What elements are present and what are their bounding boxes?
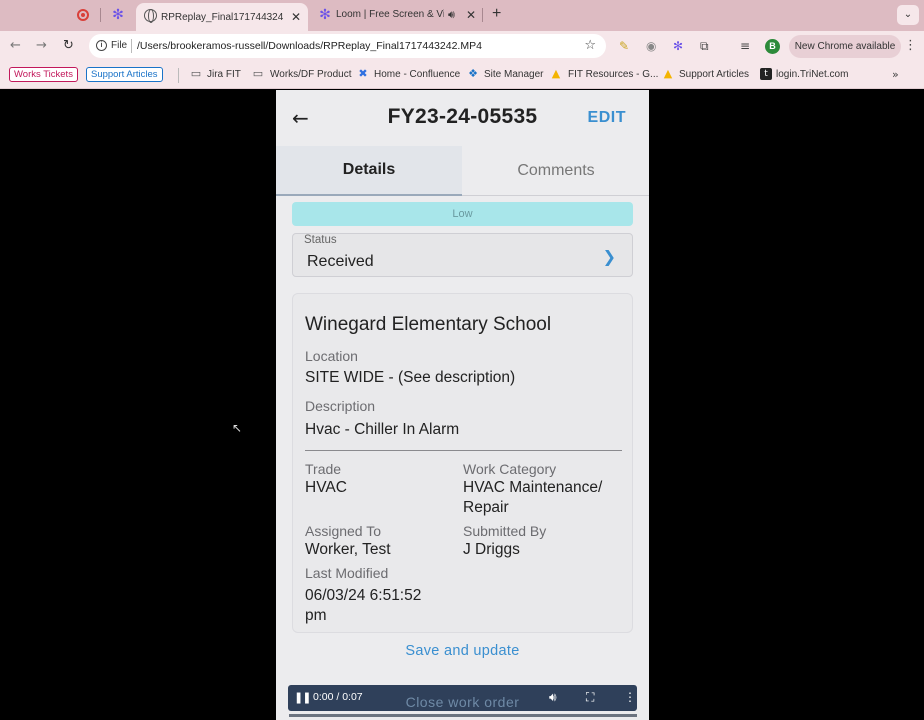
bookmark-confluence[interactable]: Home - Confluence	[374, 69, 460, 80]
tab-separator	[482, 8, 483, 22]
address-url[interactable]: /Users/brookeramos-russell/Downloads/RPR…	[137, 40, 482, 52]
close-icon[interactable]: ✕	[466, 9, 476, 21]
priority-badge: Low	[292, 202, 633, 226]
new-tab-button[interactable]: +	[492, 6, 501, 22]
work-category-value-line-2: Repair	[463, 499, 509, 516]
pause-icon[interactable]: ❚❚	[294, 691, 311, 704]
tab-title[interactable]: Loom | Free Screen & Vide	[336, 9, 444, 20]
bookmark-fit-resources[interactable]: FIT Resources - G...	[568, 69, 658, 80]
bookmark-support-articles-2[interactable]: Support Articles	[679, 69, 749, 80]
chevron-right-icon: ❯	[602, 247, 616, 266]
tab-details[interactable]: Details	[276, 146, 462, 196]
assigned-to-label: Assigned To	[305, 523, 382, 539]
app-header: ← FY23-24-05535 EDIT	[276, 90, 649, 146]
bookmark-trinet[interactable]: login.TriNet.com	[776, 69, 848, 80]
google-drive-icon: ▲	[551, 67, 561, 80]
speaker-icon[interactable]: 🔊︎	[448, 8, 455, 22]
submitted-by-label: Submitted By	[463, 523, 547, 539]
last-modified-value: 06/03/24 6:51:52	[305, 587, 422, 604]
confluence-icon: ✖	[358, 67, 368, 80]
google-drive-icon: ▲	[663, 67, 673, 80]
profile-avatar[interactable]: B	[765, 39, 780, 54]
tab-title: RPReplay_Final1717443242.M	[161, 12, 283, 23]
trade-value: HVAC	[305, 479, 347, 496]
address-scheme: File	[111, 40, 128, 51]
forward-icon[interactable]: →	[36, 39, 47, 53]
loom-icon: ✻	[319, 7, 331, 23]
info-icon[interactable]: i	[96, 40, 107, 51]
video-progress-bar[interactable]	[289, 714, 637, 717]
phone-screen: ← FY23-24-05535 EDIT Details Comments Lo…	[276, 90, 649, 720]
tab-search-button[interactable]: ⌄	[897, 5, 919, 25]
school-name: Winegard Elementary School	[305, 314, 552, 335]
address-divider	[131, 39, 132, 53]
status-field[interactable]: Status Received ❯	[292, 233, 633, 277]
work-category-label: Work Category	[463, 461, 557, 477]
recording-icon[interactable]	[77, 9, 89, 21]
camera-icon[interactable]: ◉	[646, 39, 656, 53]
extensions-puzzle-icon[interactable]: ⧉	[700, 39, 709, 53]
tab-video-file[interactable]: RPReplay_Final1717443242.M ✕	[136, 3, 308, 31]
loom-extension-icon[interactable]: ✻	[673, 39, 683, 53]
bookmark-works-tickets[interactable]: Works Tickets	[9, 67, 78, 82]
loom-icon[interactable]: ✻	[111, 8, 125, 22]
bookmark-site-manager[interactable]: Site Manager	[484, 69, 543, 80]
tab-comments-label: Comments	[517, 162, 595, 179]
fullscreen-icon[interactable]: ⛶	[586, 690, 594, 705]
bookmarks-overflow-icon[interactable]: »	[892, 68, 899, 81]
status-value: Received	[307, 253, 374, 270]
submitted-by-value: J Driggs	[463, 541, 520, 558]
last-modified-value-line-2: pm	[305, 607, 327, 624]
reload-icon[interactable]: ↻	[63, 39, 74, 53]
bookmark-jira-fit[interactable]: Jira FIT	[207, 69, 241, 80]
edit-button[interactable]: EDIT	[588, 109, 626, 127]
bookmark-divider	[178, 68, 179, 83]
card-divider	[305, 450, 622, 451]
browser-toolbar: ← → ↻ i File /Users/brookeramos-russell/…	[0, 31, 924, 62]
chrome-update-button[interactable]: New Chrome available	[789, 35, 901, 58]
mouse-cursor-icon: ↖	[232, 421, 243, 435]
work-category-value: HVAC Maintenance/	[463, 479, 603, 496]
status-label: Status	[304, 234, 337, 246]
trade-label: Trade	[305, 461, 342, 477]
tab-comments[interactable]: Comments	[463, 146, 649, 196]
site-manager-icon: ❖	[468, 67, 478, 80]
tab-details-label: Details	[342, 161, 396, 178]
save-and-update-button[interactable]: Save and update	[276, 643, 649, 659]
video-time: 0:00 / 0:07	[313, 691, 363, 703]
back-icon[interactable]: ←	[10, 39, 21, 53]
extension-pin-icon[interactable]: ✎	[619, 39, 629, 53]
bookmark-support-articles[interactable]: Support Articles	[86, 67, 163, 82]
assigned-to-value: Worker, Test	[305, 541, 391, 558]
trinet-icon: t	[760, 68, 772, 80]
volume-icon[interactable]: 🔊︎	[549, 690, 557, 705]
close-icon[interactable]: ✕	[291, 11, 301, 23]
description-label: Description	[305, 398, 376, 414]
work-order-card: Winegard Elementary School Location SITE…	[292, 293, 633, 633]
description-value: Hvac - Chiller In Alarm	[305, 421, 460, 438]
folder-icon: ▭	[190, 67, 202, 80]
location-label: Location	[305, 348, 358, 364]
video-controls: Close work order ❚❚ 0:00 / 0:07 🔊︎ ⛶ ⋮	[288, 685, 637, 711]
bookmark-works-df-product[interactable]: Works/DF Product	[270, 69, 352, 80]
address-bar[interactable]: i File /Users/brookeramos-russell/Downlo…	[89, 34, 606, 58]
detail-tabs: Details Comments	[276, 146, 649, 196]
media-control-icon[interactable]: ≡	[740, 39, 750, 53]
tab-separator	[100, 8, 101, 22]
globe-icon	[144, 9, 157, 23]
bookmark-star-icon[interactable]: ☆	[584, 38, 596, 53]
more-vertical-icon[interactable]: ⋮	[904, 38, 917, 53]
location-value: SITE WIDE - (See description)	[305, 369, 516, 386]
browser-tab-strip: ✻ RPReplay_Final1717443242.M ✕ ✻ Loom | …	[0, 0, 924, 31]
last-modified-label: Last Modified	[305, 565, 389, 581]
bookmarks-bar: Works Tickets Support Articles ▭ Jira FI…	[0, 62, 924, 89]
folder-icon: ▭	[252, 67, 264, 80]
more-options-icon[interactable]: ⋮	[624, 690, 636, 704]
